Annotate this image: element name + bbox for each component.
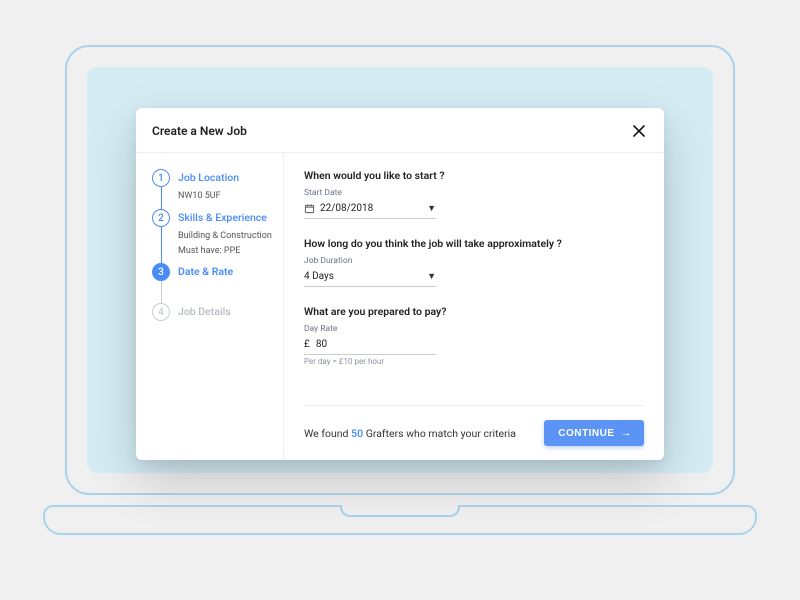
step-number: 4 (152, 303, 170, 321)
step-connector (161, 227, 162, 263)
day-rate-hint: Per day = £10 per hour (304, 357, 644, 366)
match-count-text: We found 50 Grafters who match your crit… (304, 427, 516, 440)
step-title: Skills & Experience (178, 209, 273, 227)
step-title: Job Location (178, 169, 273, 187)
day-rate-question: What are you prepared to pay? (304, 305, 644, 318)
chevron-down-icon: ▼ (427, 271, 436, 282)
continue-button-label: CONTINUE (558, 428, 614, 439)
match-count-number: 50 (351, 427, 363, 440)
stepper-sidebar: 1 Job Location NW10 5UF 2 Skills & Exper… (136, 153, 284, 460)
match-count-prefix: We found (304, 427, 351, 440)
step-number: 3 (152, 263, 170, 281)
form-fields: When would you like to start ? Start Dat… (304, 169, 644, 405)
match-count-suffix: Grafters who match your criteria (363, 427, 516, 440)
step-number: 1 (152, 169, 170, 187)
laptop-base-outline (43, 505, 757, 535)
calendar-icon (304, 203, 315, 214)
day-rate-input[interactable]: £ 80 (304, 335, 436, 355)
duration-question: How long do you think the job will take … (304, 237, 644, 250)
form-area: When would you like to start ? Start Dat… (284, 153, 664, 460)
step-title: Job Details (178, 303, 273, 321)
step-connector (161, 281, 162, 303)
step-subtext: Building & Construction (178, 230, 273, 242)
start-date-input[interactable]: 22/08/2018 ▼ (304, 199, 436, 219)
start-date-group: When would you like to start ? Start Dat… (304, 169, 644, 219)
day-rate-label: Day Rate (304, 324, 644, 334)
create-job-modal: Create a New Job 1 Job Location NW10 5UF… (136, 108, 664, 460)
step-date-rate[interactable]: 3 Date & Rate (152, 263, 273, 297)
day-rate-value: 80 (316, 339, 436, 350)
start-date-question: When would you like to start ? (304, 169, 644, 182)
modal-title: Create a New Job (152, 124, 247, 138)
step-skills-experience[interactable]: 2 Skills & Experience Building & Constru… (152, 209, 273, 257)
arrow-right-icon: → (621, 427, 633, 439)
continue-button[interactable]: CONTINUE → (544, 420, 644, 446)
duration-group: How long do you think the job will take … (304, 237, 644, 287)
step-connector (161, 187, 162, 209)
step-subtext: Must have: PPE (178, 245, 273, 257)
step-job-location[interactable]: 1 Job Location NW10 5UF (152, 169, 273, 203)
modal-body: 1 Job Location NW10 5UF 2 Skills & Exper… (136, 153, 664, 460)
form-footer: We found 50 Grafters who match your crit… (304, 405, 644, 460)
modal-header: Create a New Job (136, 108, 664, 153)
duration-label: Job Duration (304, 256, 644, 266)
close-button[interactable] (630, 122, 648, 140)
step-number: 2 (152, 209, 170, 227)
duration-value: 4 Days (304, 271, 427, 282)
step-subtext: NW10 5UF (178, 190, 273, 202)
start-date-label: Start Date (304, 188, 644, 198)
step-job-details[interactable]: 4 Job Details (152, 303, 273, 337)
close-icon (633, 125, 645, 137)
start-date-value: 22/08/2018 (320, 203, 427, 214)
duration-select[interactable]: 4 Days ▼ (304, 267, 436, 287)
chevron-down-icon: ▼ (427, 203, 436, 214)
day-rate-group: What are you prepared to pay? Day Rate £… (304, 305, 644, 366)
laptop-trackpad-notch (340, 505, 460, 517)
step-title: Date & Rate (178, 263, 273, 281)
currency-symbol: £ (304, 339, 310, 350)
